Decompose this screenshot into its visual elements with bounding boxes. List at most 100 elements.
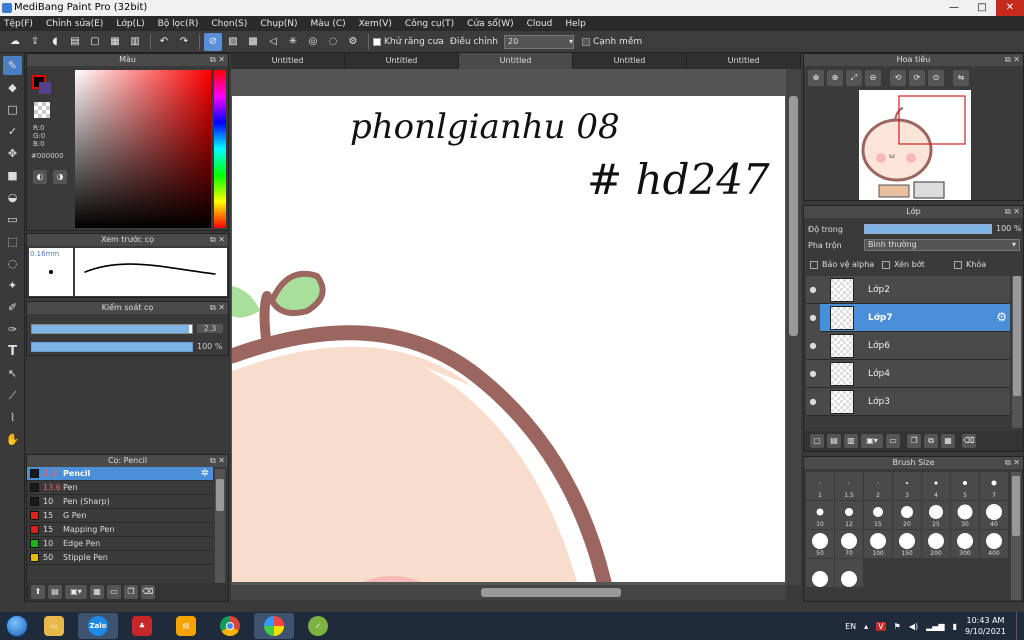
chevron-up-icon[interactable]: ▴ — [864, 622, 868, 631]
select-pen-icon[interactable]: ✐ — [3, 298, 22, 317]
brush-size-cell[interactable]: 300 — [951, 530, 979, 558]
antialias-checkbox[interactable] — [373, 37, 381, 46]
gear-icon[interactable]: ✲ — [201, 468, 209, 479]
bucket-tool-icon[interactable]: ◒ — [3, 188, 22, 207]
battery-icon[interactable]: ▮ — [953, 622, 957, 631]
canvas-vertical-scrollbar[interactable] — [786, 69, 801, 585]
settings-icon[interactable]: ⚙ — [344, 33, 362, 51]
brush-size-cell[interactable]: 20 — [893, 501, 921, 529]
tab-untitled-5[interactable]: Untitled — [687, 53, 801, 69]
brush-size-cell[interactable]: 200 — [922, 530, 950, 558]
trash-icon[interactable]: ⌫ — [141, 585, 155, 599]
clip-checkbox[interactable] — [882, 260, 890, 269]
navigator-thumbnail[interactable]: ω — [859, 90, 971, 200]
menu-edit[interactable]: Chỉnh sửa(E) — [46, 19, 103, 29]
eye-icon[interactable]: ● — [806, 285, 820, 294]
transparent-color-swatch[interactable] — [34, 102, 50, 118]
lock-option[interactable]: Khóa — [954, 260, 986, 269]
magic-wand-icon[interactable]: ✦ — [3, 276, 22, 295]
panel-controls-icon[interactable]: ⧉ ✕ — [210, 302, 225, 314]
brush-size-cell[interactable]: 150 — [893, 530, 921, 558]
eye-icon[interactable]: ● — [806, 369, 820, 378]
tab-untitled-1[interactable]: Untitled — [231, 53, 345, 69]
scrollbar-thumb[interactable] — [1012, 476, 1020, 536]
duplicate-layer-icon[interactable]: ❐ — [907, 434, 921, 448]
eye-icon[interactable]: ● — [806, 397, 820, 406]
brush-item-pen[interactable]: 13.6 Pen — [27, 481, 213, 495]
flip-icon[interactable]: ⇋ — [953, 70, 969, 86]
flag-icon[interactable]: ⚑ — [894, 622, 901, 631]
menu-window[interactable]: Cửa sổ(W) — [467, 19, 513, 29]
volume-icon[interactable]: ◀) — [909, 622, 918, 631]
duplicate-icon[interactable]: ❐ — [124, 585, 138, 599]
taskbar-zalo[interactable]: Zalo — [78, 613, 118, 639]
select-eraser-icon[interactable]: ✑ — [3, 320, 22, 339]
snap-grid-icon[interactable]: ▩ — [244, 33, 262, 51]
brush-size-scrollbar[interactable] — [1011, 472, 1021, 600]
panel-controls-icon[interactable]: ⧉ ✕ — [210, 54, 225, 66]
undo-icon[interactable]: ↶ — [155, 33, 173, 51]
taskbar-medibang[interactable]: ✓ — [298, 613, 338, 639]
scrollbar-thumb[interactable] — [216, 479, 224, 511]
maximize-button[interactable]: □ — [968, 0, 996, 16]
hue-slider[interactable] — [214, 70, 226, 228]
brush-size-cell[interactable]: 30 — [951, 501, 979, 529]
lasso-tool-icon[interactable]: ◌ — [3, 254, 22, 273]
brush-item-mapping-pen[interactable]: 15 Mapping Pen — [27, 523, 213, 537]
brush-size-slider[interactable] — [31, 324, 193, 334]
blend-mode-select[interactable]: Bình thường ▾ — [864, 239, 1020, 251]
layer-opacity-slider[interactable] — [864, 224, 992, 234]
reset-rotation-icon[interactable]: ⊙ — [928, 70, 944, 86]
brush-size-cell[interactable]: 15 — [864, 501, 892, 529]
taskbar-explorer[interactable]: ▭ — [34, 613, 74, 639]
brush-menu-icon[interactable]: ▤ — [48, 585, 62, 599]
brush-size-cell[interactable]: 5 — [951, 472, 979, 500]
brush-size-value[interactable]: 2.3 — [197, 324, 223, 333]
protect-alpha-option[interactable]: Bảo vệ alpha — [810, 260, 874, 269]
brush-size-cell[interactable]: 70 — [835, 530, 863, 558]
brush-item-edge-pen[interactable]: 10 Edge Pen — [27, 537, 213, 551]
menu-select[interactable]: Chọn(S) — [211, 19, 247, 29]
background-color-swatch[interactable] — [39, 82, 51, 94]
share-icon[interactable]: ⇪ — [26, 33, 44, 51]
brush-size-cell[interactable]: 7 — [980, 472, 1008, 500]
layer-row-lop7[interactable]: ● Lớp7 ⚙ — [806, 303, 1010, 332]
new-folder-icon[interactable]: ▭ — [886, 434, 900, 448]
brush-size-cell[interactable]: 40 — [980, 501, 1008, 529]
snap-radial-icon[interactable]: ✳ — [284, 33, 302, 51]
comment-icon[interactable]: ◖ — [46, 33, 64, 51]
protect-alpha-checkbox[interactable] — [810, 260, 818, 269]
menu-help[interactable]: Help — [565, 19, 586, 29]
redo-icon[interactable]: ↷ — [175, 33, 193, 51]
brush-list-scrollbar[interactable] — [215, 469, 225, 584]
select-tool-icon[interactable]: ✓ — [3, 122, 22, 141]
antivirus-icon[interactable]: V — [876, 621, 886, 631]
panel-controls-icon[interactable]: ⧉ ✕ — [210, 455, 225, 467]
start-button[interactable] — [0, 612, 34, 640]
panel-controls-icon[interactable]: ⧉ ✕ — [1005, 457, 1020, 469]
zoom-out-icon[interactable]: ⊖ — [865, 70, 881, 86]
panel-controls-icon[interactable]: ⧉ ✕ — [1005, 206, 1020, 218]
brush-size-cell[interactable]: 10 — [806, 501, 834, 529]
tab-untitled-4[interactable]: Untitled — [573, 53, 687, 69]
saturation-value-picker[interactable] — [75, 70, 211, 228]
close-button[interactable]: ✕ — [996, 0, 1024, 16]
brush-size-cell[interactable]: 1 — [806, 472, 834, 500]
panel-controls-icon[interactable]: ⧉ ✕ — [210, 234, 225, 246]
gear-icon[interactable]: ⚙ — [996, 310, 1007, 324]
rectangle-tool-icon[interactable]: □ — [3, 100, 22, 119]
menu-view[interactable]: Xem(V) — [359, 19, 392, 29]
soft-edge-option[interactable]: Cạnh mềm — [581, 37, 642, 47]
brush-tool-icon[interactable]: ✎ — [3, 56, 22, 75]
text-tool-icon[interactable]: T — [3, 342, 22, 361]
chat-icon[interactable]: ▤ — [66, 33, 84, 51]
snap-off-icon[interactable]: ⊘ — [204, 32, 222, 51]
menu-layer[interactable]: Lớp(L) — [116, 19, 144, 29]
language-indicator[interactable]: EN — [845, 622, 856, 631]
operation-tool-icon[interactable]: ↖ — [3, 364, 22, 383]
new-halftone-layer-icon[interactable]: ▤ — [827, 434, 841, 448]
palette-icon[interactable]: ◐ — [33, 170, 47, 184]
taskbar-chrome[interactable] — [210, 613, 250, 639]
menu-color[interactable]: Màu (C) — [311, 19, 346, 29]
canvas-horizontal-scrollbar[interactable] — [231, 585, 786, 600]
